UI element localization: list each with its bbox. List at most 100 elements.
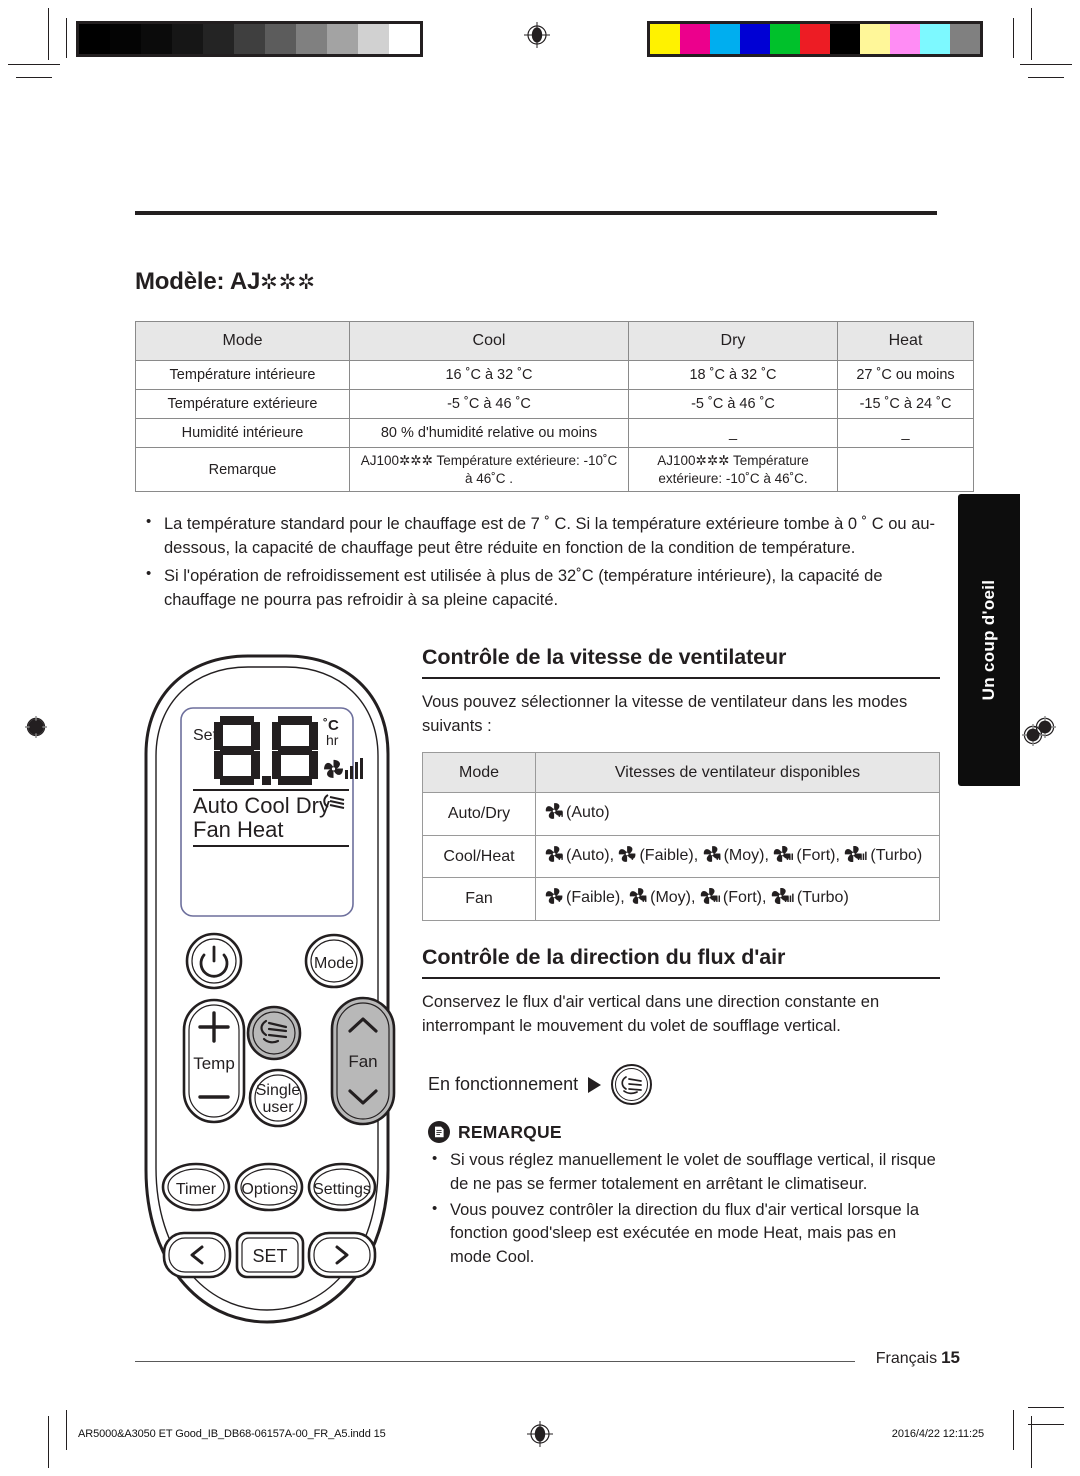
spec-cell-heat [837, 447, 974, 493]
svg-text:SET: SET [252, 1246, 287, 1266]
footer-language: Français [875, 1350, 938, 1367]
fan-header-mode: Mode [422, 751, 536, 794]
fan-row-speeds: (Auto), (Faible), (Moy), (Fort), (Turbo) [535, 834, 940, 879]
table-row: Remarque AJ100✲✲✲ Température extérieure… [135, 447, 974, 493]
fan-header-speeds: Vitesses de ventilateur disponibles [535, 751, 940, 794]
svg-text:Timer: Timer [176, 1181, 217, 1198]
fan-speed-label-low: (Faible), [566, 889, 630, 907]
svg-text:hr: hr [326, 732, 339, 748]
crop-mark-top-left-inner-h [16, 77, 52, 78]
page-title-text: Modèle: AJ [135, 268, 261, 295]
note-document-icon [428, 1121, 450, 1144]
gray-swatch-0 [79, 24, 110, 54]
color-swatch-6 [830, 24, 860, 54]
color-swatch-3 [740, 24, 770, 54]
crop-mark-bottom-left-inner-v [66, 1410, 67, 1450]
svg-text:Options: Options [241, 1181, 296, 1198]
spec-row-label: Remarque [135, 447, 350, 493]
table-row: Température extérieure -5 ˚C à 46 ˚C -5 … [135, 389, 974, 420]
color-swatch-8 [890, 24, 920, 54]
color-swatch-5 [800, 24, 830, 54]
fan-row-speeds: (Faible), (Moy), (Fort), (Turbo) [535, 877, 940, 921]
gray-swatch-6 [265, 24, 296, 54]
fan-speed-label-turbo: (Turbo) [796, 889, 849, 907]
spec-table-header-row: Mode Cool Dry Heat [135, 321, 974, 361]
operation-label: En fonctionnement [428, 1074, 579, 1095]
spec-header-dry: Dry [628, 321, 838, 361]
fan-row-mode: Cool/Heat [422, 834, 536, 879]
gray-swatch-9 [358, 24, 389, 54]
spec-cell-cool: 16 ˚C à 32 ˚C [349, 359, 629, 391]
fan-speed-mid-icon [629, 886, 649, 912]
swing-button-icon[interactable] [611, 1064, 653, 1106]
registration-mark-left [23, 714, 49, 740]
section-divider [422, 976, 940, 979]
gray-swatch-2 [141, 24, 172, 54]
airflow-notes-list: Si vous réglez manuellement le volet de … [422, 1148, 940, 1269]
gray-swatch-7 [296, 24, 327, 54]
crop-mark-top-left-v [48, 8, 49, 60]
spec-table: Mode Cool Dry Heat Température intérieur… [135, 321, 974, 493]
note-heading: REMARQUE [428, 1121, 940, 1144]
spec-cell-dry: _ [628, 418, 838, 449]
table-row: Fan (Faible), (Moy), (Fort), (Turbo) [422, 877, 940, 921]
manual-page: Modèle: AJ✲✲✲ Mode Cool Dry Heat Tempéra… [0, 0, 1080, 1476]
table-row: Température intérieure 16 ˚C à 32 ˚C 18 … [135, 359, 974, 391]
crop-mark-top-right-inner-h [1028, 77, 1064, 78]
color-swatch-7 [860, 24, 890, 54]
imprint-filename: AR5000&A3050 ET Good_IB_DB68-06157A-00_F… [78, 1428, 386, 1440]
airflow-intro: Conservez le flux d'air vertical dans un… [422, 992, 880, 1035]
registration-mark-side-tab [1020, 722, 1046, 748]
gray-swatch-4 [203, 24, 234, 54]
gray-swatch-3 [172, 24, 203, 54]
fan-row-speeds: (Auto) [535, 792, 940, 836]
color-swatch-2 [710, 24, 740, 54]
spec-cell-dry: AJ100✲✲✲ Température extérieure: -10˚C à… [628, 447, 838, 493]
right-content-column: Contrôle de la vitesse de ventilateur Vo… [422, 645, 940, 1271]
svg-text:Mode: Mode [314, 955, 354, 972]
crop-mark-top-right-inner-v [1013, 18, 1014, 58]
spec-row-label: Température intérieure [135, 359, 350, 391]
spec-cell-heat: 27 ˚C ou moins [837, 359, 974, 391]
registration-mark-bottom-center [527, 1421, 553, 1447]
fan-speed-high-icon [700, 886, 722, 912]
crop-mark-bottom-right-h2 [1028, 1424, 1064, 1425]
spec-cell-dry: -5 ˚C à 46 ˚C [628, 389, 838, 420]
spec-cell-cool: -5 ˚C à 46 ˚C [349, 389, 629, 420]
footer-page-number: 15 [941, 1348, 960, 1367]
fan-row-mode: Auto/Dry [422, 792, 536, 836]
fan-speed-table: Mode Vitesses de ventilateur disponibles… [422, 751, 940, 921]
imprint-timestamp: 2016/4/22 12:11:25 [891, 1428, 984, 1440]
crop-mark-top-right-h [1020, 64, 1072, 65]
color-swatch-9 [920, 24, 950, 54]
side-tab-label: Un coup d'oeil [979, 579, 998, 701]
fan-speed-label-high: (Fort), [722, 889, 771, 907]
spec-cell-heat: -15 ˚C à 24 ˚C [837, 389, 974, 420]
page-title: Modèle: AJ✲✲✲ [135, 268, 316, 296]
list-item: La température standard pour le chauffag… [136, 511, 942, 560]
fan-speed-label-low: (Faible), [639, 846, 703, 864]
crop-mark-top-right-v [1031, 8, 1032, 60]
svg-text:Set: Set [193, 727, 218, 744]
svg-text:Fan Heat: Fan Heat [193, 817, 284, 842]
svg-text:Fan: Fan [348, 1052, 377, 1071]
fan-speed-label-auto: (Auto), [566, 846, 619, 864]
swing-glyph-icon [615, 1068, 649, 1102]
table-row: Auto/Dry (Auto) [422, 792, 940, 836]
gray-swatch-5 [234, 24, 265, 54]
spec-cell-cool: 80 % d'humidité relative ou moins [349, 418, 629, 449]
list-item: Si vous réglez manuellement le volet de … [422, 1148, 940, 1196]
fan-speed-turbo-icon [771, 886, 796, 912]
note-title: REMARQUE [458, 1121, 562, 1142]
crop-mark-bottom-right-h [1028, 1407, 1064, 1408]
grayscale-control-bar [76, 21, 423, 57]
footer-language-page: Français 15 [876, 1348, 960, 1368]
gray-swatch-8 [327, 24, 358, 54]
spec-header-heat: Heat [837, 321, 974, 361]
section-divider [422, 677, 940, 679]
header-rule [135, 211, 937, 215]
fan-speed-section-title: Contrôle de la vitesse de ventilateur [422, 645, 787, 669]
spec-row-label: Température extérieure [135, 389, 350, 420]
fan-speed-mid-icon [703, 844, 723, 870]
list-item: Si l'opération de refroidissement est ut… [136, 563, 942, 612]
